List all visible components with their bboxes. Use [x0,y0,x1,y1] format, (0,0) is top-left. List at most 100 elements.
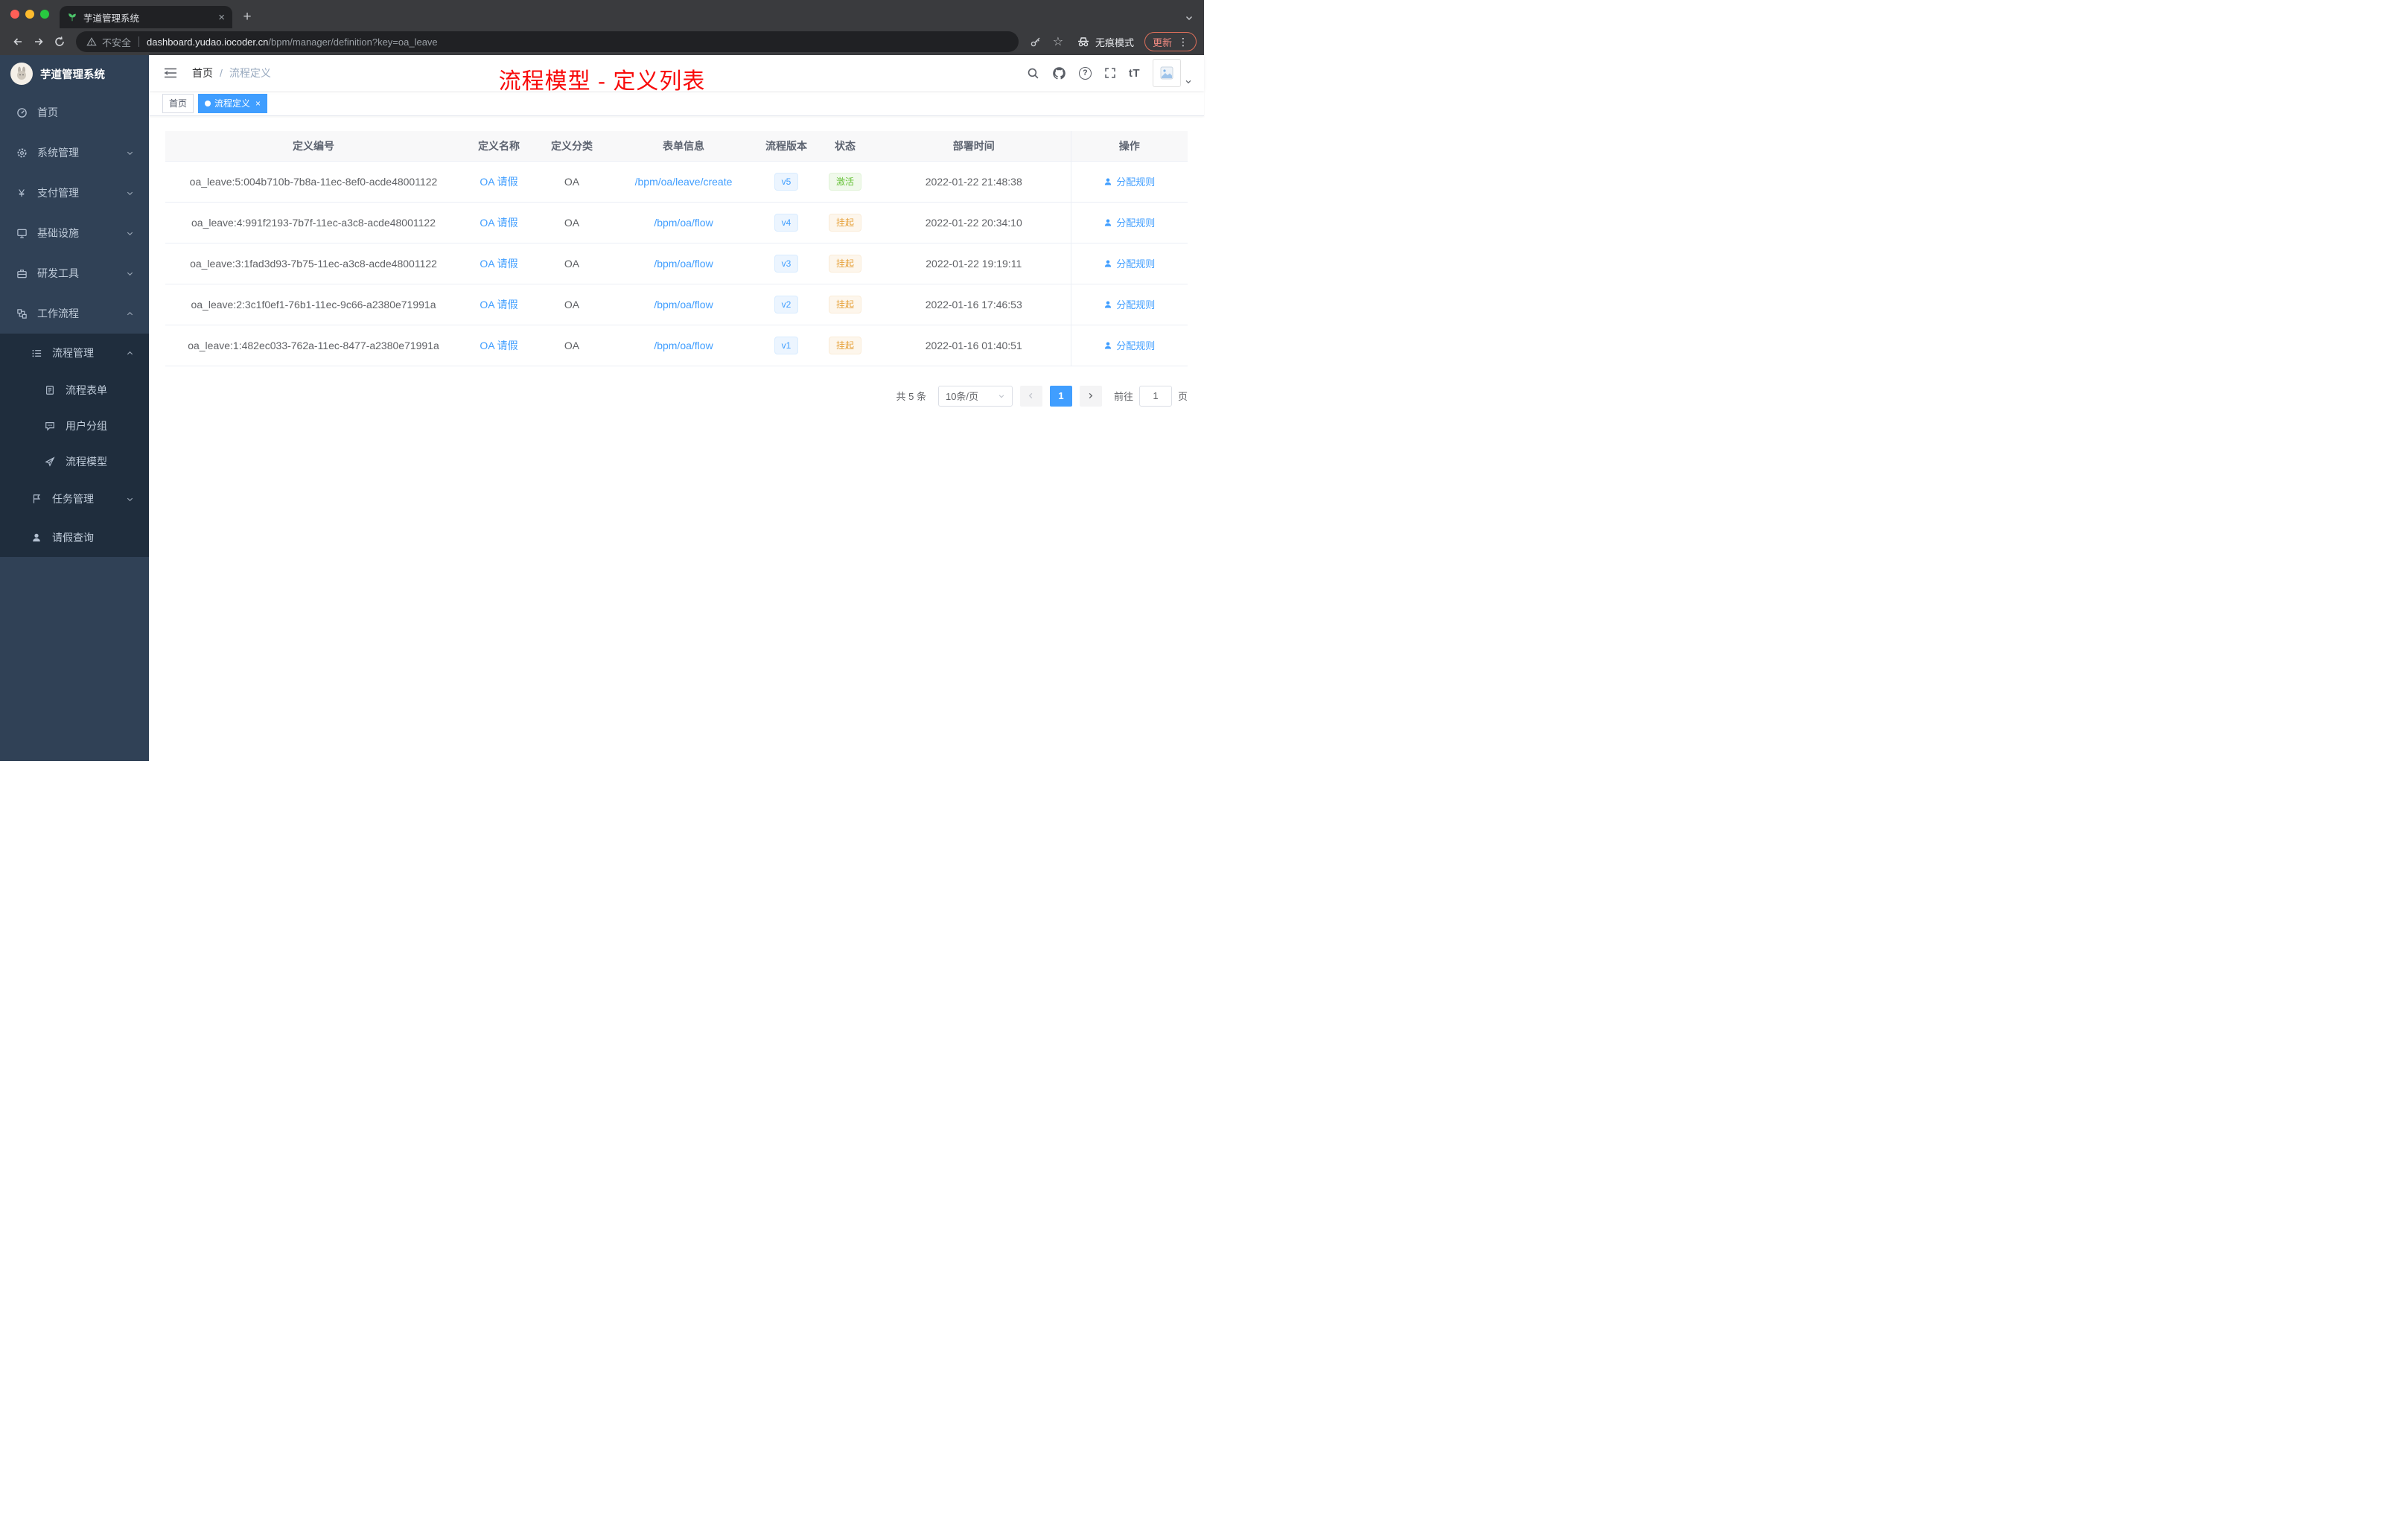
update-label: 更新 [1152,36,1172,48]
tag-process-definition[interactable]: 流程定义 × [198,93,268,113]
breadcrumb-home[interactable]: 首页 [192,66,213,80]
col-deploy-time: 部署时间 [877,131,1071,162]
tab-close-icon[interactable]: × [218,12,225,23]
definition-table: 定义编号 定义名称 定义分类 表单信息 流程版本 状态 部署时间 操作 oa_l… [165,131,1188,366]
page-number-1[interactable]: 1 [1049,385,1072,407]
address-bar[interactable]: 不安全 dashboard.yudao.iocoder.cn /bpm/mana… [76,31,1019,52]
status-badge: 挂起 [828,295,861,313]
sidebar-item-process-form[interactable]: 流程表单 [0,372,149,408]
definition-name-link[interactable]: OA 请假 [480,299,517,311]
definition-name-link[interactable]: OA 请假 [480,258,517,270]
sidebar-item-workflow[interactable]: 工作流程 [0,293,149,334]
chevron-down-icon [126,270,134,278]
assign-rule-button[interactable]: 分配规则 [1103,215,1155,229]
sidebar-item-label: 流程模型 [66,456,107,468]
app-root: 芋道管理系统 首页 系统管理 ¥ 支付管理 基础设施 研发工具 工作流程 流程管… [0,55,1204,761]
bookmark-star-icon[interactable]: ☆ [1048,32,1068,51]
sidebar-item-devtools[interactable]: 研发工具 [0,253,149,293]
assign-rule-button[interactable]: 分配规则 [1103,174,1155,188]
prev-page-button[interactable] [1019,385,1042,407]
total-count: 共 5 条 [896,391,926,402]
tags-view: 首页 流程定义 × [149,91,1204,116]
workflow-submenu: 流程管理 流程表单 用户分组 流程模型 任务管理 请假查询 [0,334,149,557]
sidebar-item-home[interactable]: 首页 [0,92,149,133]
sidebar-item-label: 首页 [37,106,58,118]
sidebar-item-user-group[interactable]: 用户分组 [0,408,149,444]
help-icon[interactable]: ? [1078,66,1092,80]
forward-button[interactable] [28,31,49,52]
sidebar-item-system[interactable]: 系统管理 [0,133,149,173]
avatar[interactable] [1153,59,1181,87]
incognito-icon [1077,35,1090,48]
url-host: dashboard.yudao.iocoder.cn [147,36,269,48]
action-label: 分配规则 [1116,176,1156,188]
sidebar-item-process-model[interactable]: 流程模型 [0,444,149,480]
update-button[interactable]: 更新 ⋮ [1144,32,1197,51]
sidebar-toggle-icon[interactable] [161,67,180,79]
security-label[interactable]: 不安全 [102,35,131,49]
close-window-button[interactable] [10,10,19,19]
assign-rule-button[interactable]: 分配规则 [1103,256,1155,270]
dashboard-icon [15,107,28,118]
sidebar-item-task-management[interactable]: 任务管理 [0,480,149,518]
sidebar-item-process-management[interactable]: 流程管理 [0,334,149,372]
omnibox-divider [138,36,140,47]
definition-name-link[interactable]: OA 请假 [480,340,517,351]
font-size-icon[interactable]: tT [1129,67,1140,80]
goto-page-input[interactable] [1138,385,1172,407]
sidebar-item-payment[interactable]: ¥ 支付管理 [0,173,149,213]
deploy-time: 2022-01-16 01:40:51 [877,325,1071,366]
sidebar-item-label: 基础设施 [37,227,79,239]
new-tab-button[interactable]: + [237,7,258,28]
tag-home[interactable]: 首页 [162,93,194,113]
sidebar-item-label: 工作流程 [37,308,79,319]
fullscreen-icon[interactable] [1104,67,1116,79]
next-page-button[interactable] [1079,385,1102,407]
zoom-window-button[interactable] [40,10,49,19]
back-button[interactable] [7,31,28,52]
definition-category: OA [536,202,608,243]
definition-name-link[interactable]: OA 请假 [480,217,517,229]
deploy-time: 2022-01-22 20:34:10 [877,202,1071,243]
browser-menu-icon[interactable]: ⋮ [1178,36,1188,48]
sidebar-item-leave-query[interactable]: 请假查询 [0,518,149,557]
deploy-time: 2022-01-22 19:19:11 [877,243,1071,284]
active-tag-dot [205,100,211,106]
form-link[interactable]: /bpm/oa/flow [654,299,713,311]
form-link[interactable]: /bpm/oa/leave/create [635,176,733,188]
browser-tab[interactable]: 芋道管理系统 × [60,6,232,28]
tag-close-icon[interactable]: × [255,98,261,109]
main-area: 首页 / 流程定义 ? tT 首页 流程定义 × 定义编号 定义名称 定义分类 … [149,55,1204,761]
definition-id: oa_leave:3:1fad3d93-7b75-11ec-a3c8-acde4… [165,243,462,284]
github-icon[interactable] [1052,66,1066,80]
page-size-value: 10条/页 [945,391,979,402]
navbar-actions: ? tT [1027,59,1192,87]
col-definition-id: 定义编号 [165,131,462,162]
form-link[interactable]: /bpm/oa/flow [654,340,713,351]
minimize-window-button[interactable] [25,10,34,19]
table-row: oa_leave:1:482ec033-762a-11ec-8477-a2380… [165,325,1188,366]
assign-rule-button[interactable]: 分配规则 [1103,297,1155,311]
user-menu[interactable] [1153,59,1192,87]
reload-button[interactable] [49,31,70,52]
search-icon[interactable] [1027,67,1039,80]
form-link[interactable]: /bpm/oa/flow [654,217,713,229]
sidebar-logo[interactable]: 芋道管理系统 [0,55,149,92]
form-link[interactable]: /bpm/oa/flow [654,258,713,270]
col-process-version: 流程版本 [759,131,813,162]
page-size-select[interactable]: 10条/页 [937,385,1013,407]
sidebar-item-infrastructure[interactable]: 基础设施 [0,213,149,253]
incognito-badge: 无痕模式 [1077,35,1134,49]
password-key-icon[interactable] [1026,32,1045,51]
definition-id: oa_leave:1:482ec033-762a-11ec-8477-a2380… [165,325,462,366]
tab-search-icon[interactable] [1185,13,1194,22]
table-header-row: 定义编号 定义名称 定义分类 表单信息 流程版本 状态 部署时间 操作 [165,131,1188,162]
definition-id: oa_leave:5:004b710b-7b8a-11ec-8ef0-acde4… [165,161,462,203]
definition-id: oa_leave:4:991f2193-7b7f-11ec-a3c8-acde4… [165,202,462,243]
version-badge: v5 [774,172,799,191]
definition-name-link[interactable]: OA 请假 [480,176,517,188]
action-label: 分配规则 [1116,340,1156,351]
monitor-icon [15,228,28,239]
assign-rule-button[interactable]: 分配规则 [1103,338,1155,352]
goto-label: 前往 [1113,391,1133,402]
